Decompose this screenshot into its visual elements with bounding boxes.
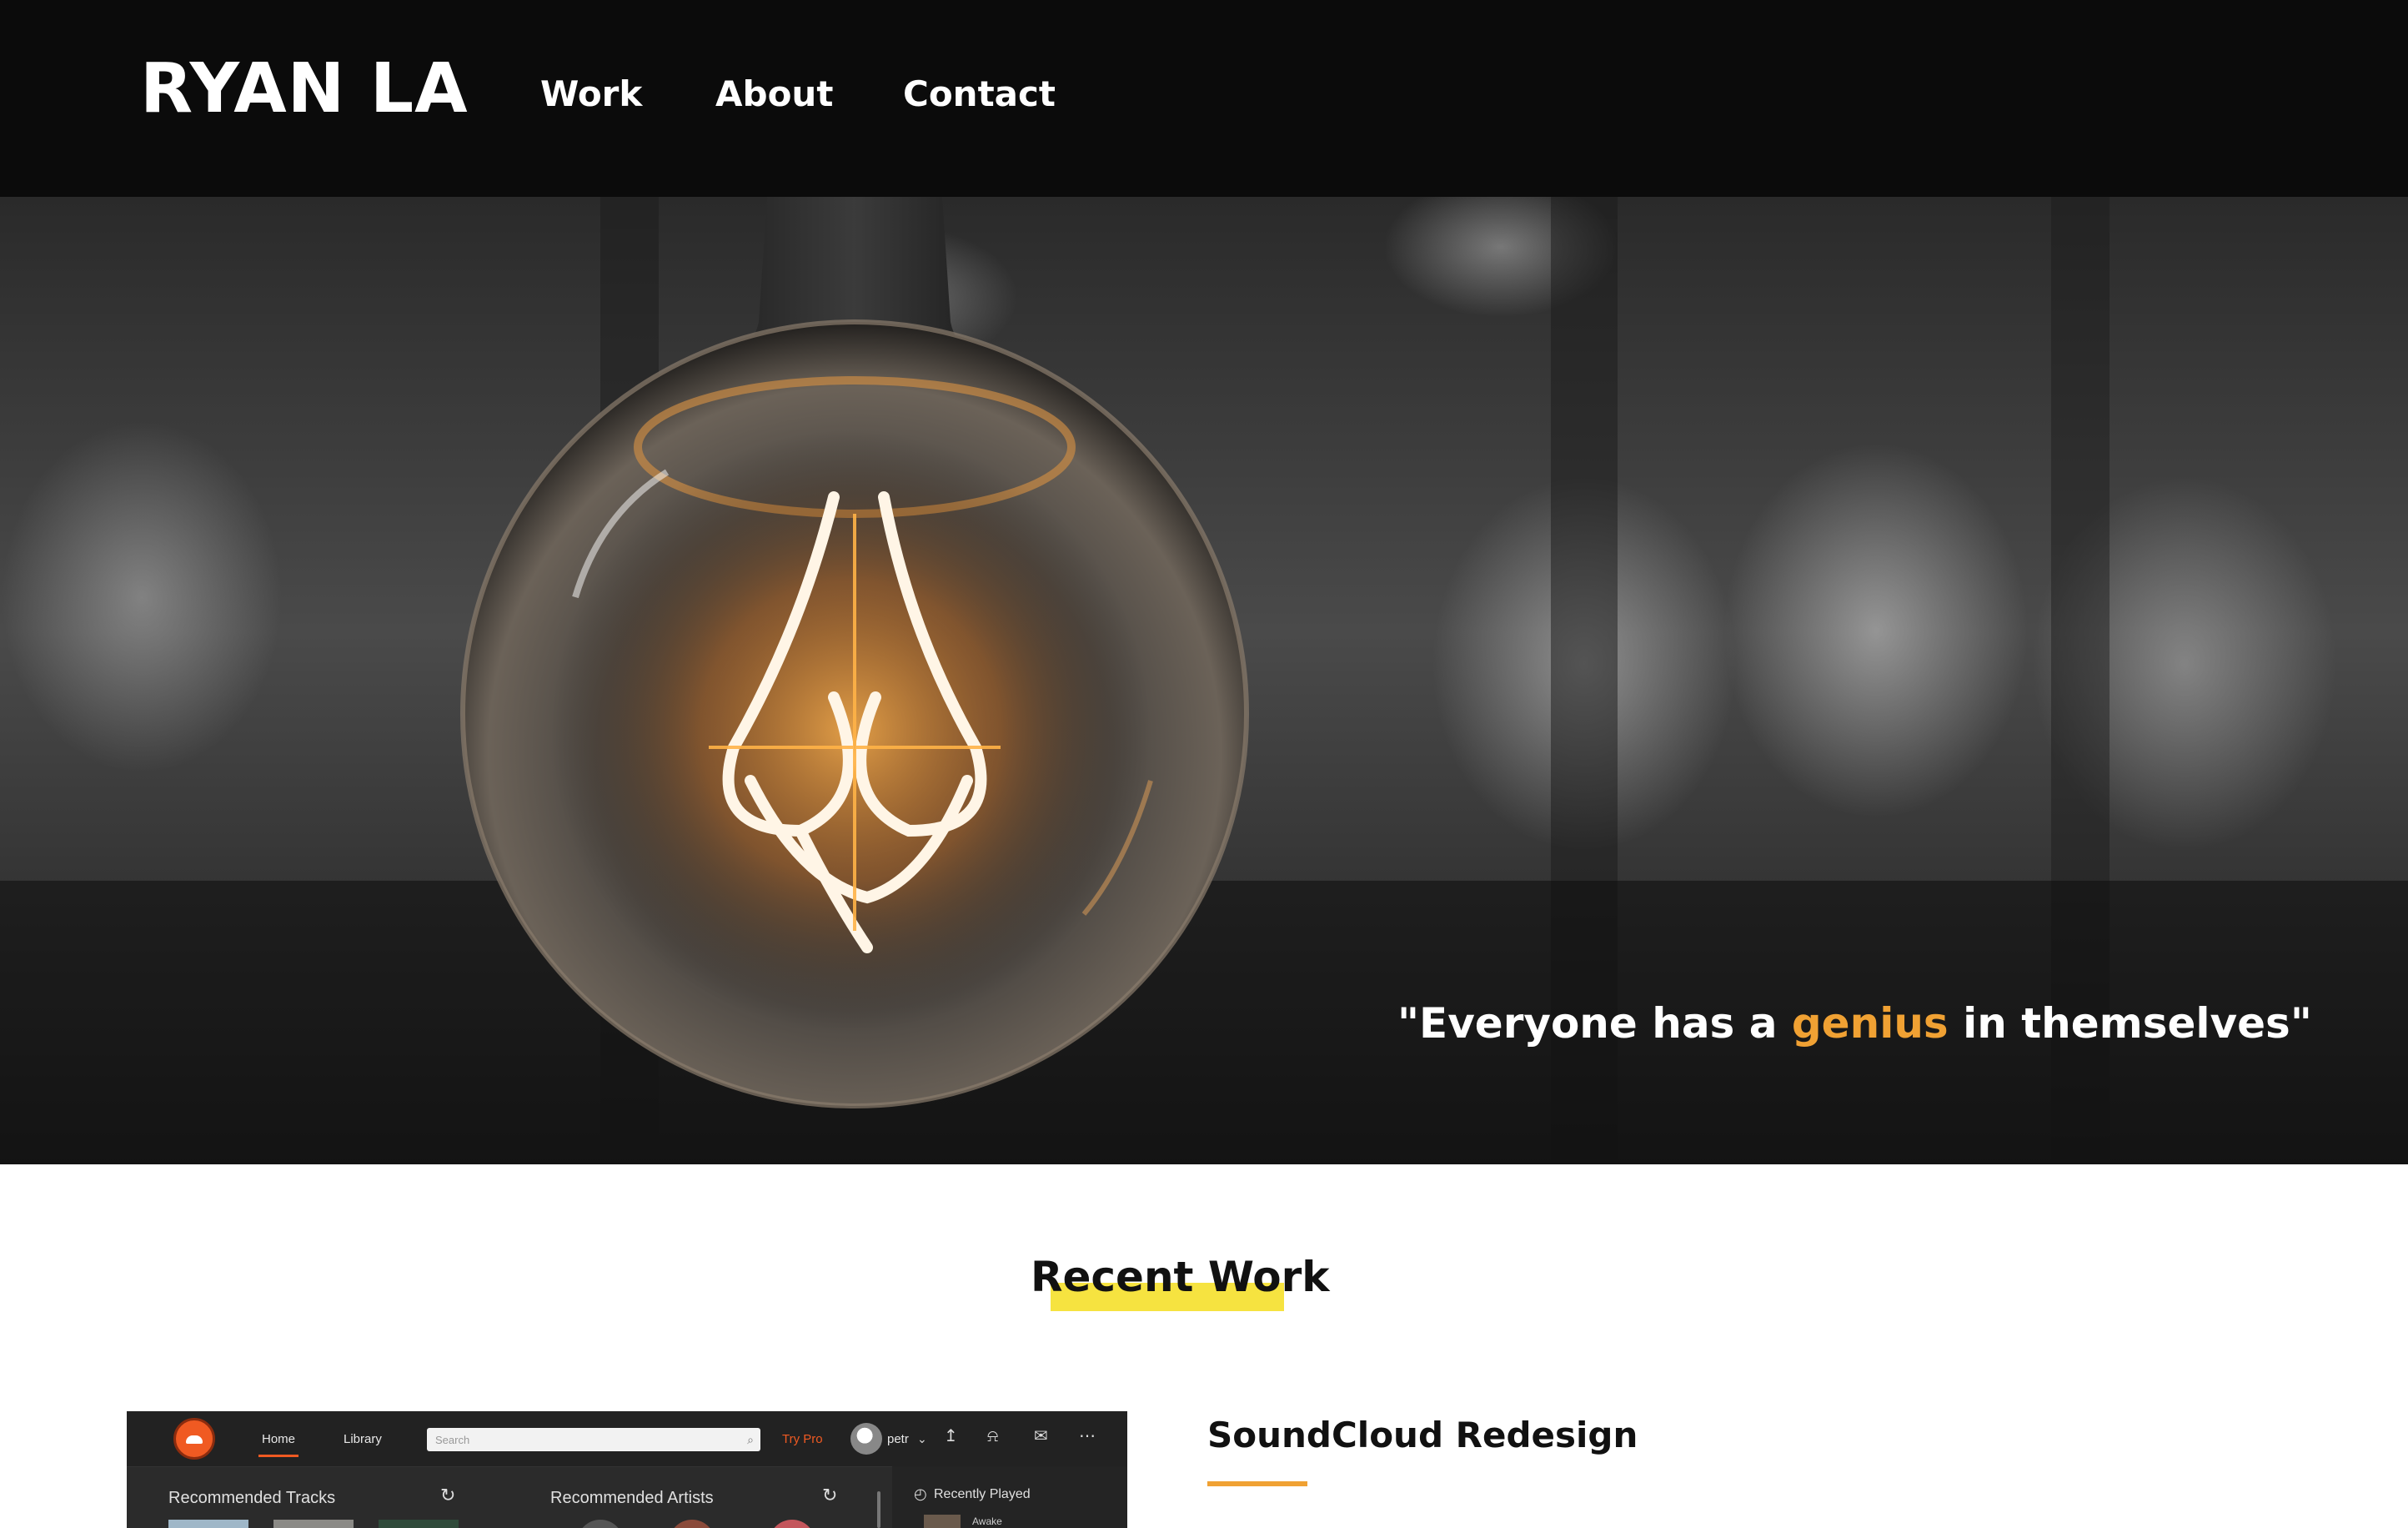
mock-try-pro: Try Pro [782, 1432, 823, 1446]
mock-recommended-tracks: Recommended Tracks [168, 1489, 336, 1507]
refresh-icon: ↻ [822, 1485, 838, 1505]
upload-icon: ↥ [944, 1427, 958, 1445]
soundcloud-logo-icon [173, 1418, 215, 1460]
recent-work-heading: Recent Work [1031, 1249, 1330, 1316]
history-icon: ◴ [914, 1485, 927, 1502]
nav-work-link[interactable]: Work [540, 77, 642, 112]
artist-art [669, 1520, 715, 1528]
mock-home-underline [258, 1455, 298, 1457]
recent-track-art [924, 1515, 961, 1528]
mail-icon: ✉ [1034, 1427, 1048, 1445]
brand-logo[interactable]: RYAN LA [140, 55, 469, 123]
track-art [168, 1520, 248, 1528]
more-icon: ⋯ [1079, 1427, 1096, 1445]
nav-contact-link[interactable]: Contact [903, 77, 1056, 112]
mock-search-placeholder: Search [435, 1434, 470, 1446]
track-art [273, 1520, 354, 1528]
mock-scrollbar [877, 1491, 880, 1528]
artist-art [769, 1520, 815, 1528]
quote-accent-word: genius [1791, 999, 1949, 1048]
project-title-underline [1207, 1481, 1307, 1486]
section-title: Recent Work [1031, 1253, 1330, 1301]
artist-art [577, 1520, 624, 1528]
avatar-icon [850, 1423, 882, 1455]
mock-recent-item: Awake [972, 1515, 1002, 1527]
quote-prefix: "Everyone has a [1397, 999, 1792, 1048]
track-art [379, 1520, 459, 1528]
mock-search-field: Search ⌕ [427, 1428, 760, 1451]
mock-username: petr [887, 1432, 909, 1446]
refresh-icon: ↻ [440, 1485, 456, 1505]
mock-nav-home: Home [262, 1432, 296, 1446]
mock-topbar: Home Library Search ⌕ Try Pro petr ⌄ ↥ ⍾… [127, 1411, 1127, 1467]
hero-quote: "Everyone has a genius in themselves" [1397, 1003, 2312, 1044]
search-icon: ⌕ [747, 1433, 754, 1446]
site-header: RYAN LA Work About Contact [0, 0, 2408, 197]
mock-recommended-artists: Recommended Artists [550, 1489, 714, 1507]
nav-about-link[interactable]: About [715, 77, 833, 112]
mock-recently-played: Recently Played [934, 1487, 1031, 1501]
project-title[interactable]: SoundCloud Redesign [1207, 1418, 1638, 1453]
chevron-down-icon: ⌄ [917, 1432, 927, 1445]
quote-suffix: in themselves" [1948, 999, 2312, 1048]
hero-banner: "Everyone has a genius in themselves" [0, 197, 2408, 1164]
project-thumbnail[interactable]: Home Library Search ⌕ Try Pro petr ⌄ ↥ ⍾… [127, 1411, 1127, 1528]
bell-icon: ⍾ [987, 1427, 999, 1445]
mock-nav-library: Library [344, 1432, 382, 1446]
